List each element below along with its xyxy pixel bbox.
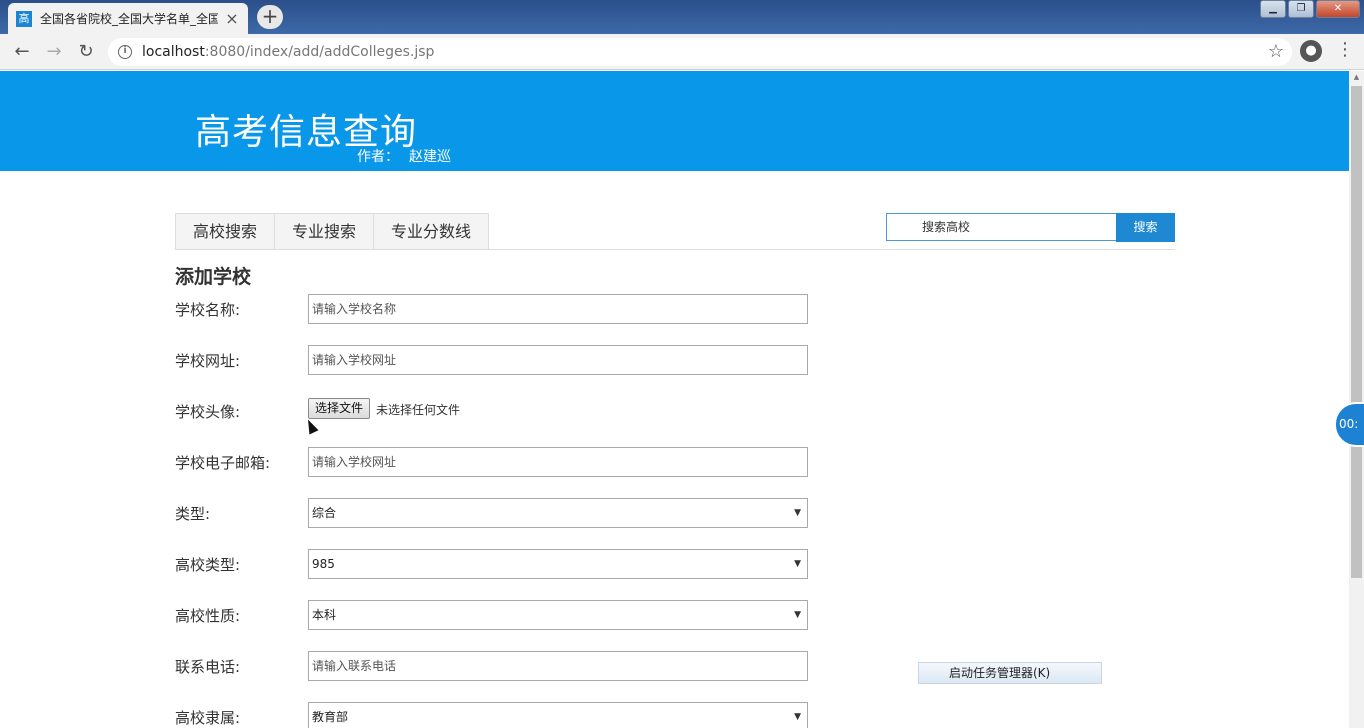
author-label: 作者：: [357, 149, 399, 165]
scroll-up-arrow-icon[interactable]: ▲: [1349, 73, 1364, 81]
dropdown-arrow-icon: ▼: [794, 559, 801, 569]
form-row-name: 学校名称: 请输入学校名称: [175, 294, 815, 324]
affiliation-select-value: 教育部: [312, 710, 349, 724]
phone-input[interactable]: 请输入联系电话: [308, 651, 808, 681]
recording-timer-widget[interactable]: 00:: [1334, 402, 1364, 447]
dropdown-arrow-icon: ▼: [794, 508, 801, 518]
tabs-divider: [175, 249, 1175, 250]
nav-tabs: 高校搜索 专业搜索 专业分数线: [175, 213, 490, 249]
school-name-input[interactable]: 请输入学校名称: [308, 294, 808, 324]
page-viewport: 高考信息查询 作者： 赵建巡 高校搜索 专业搜索 专业分数线 搜索高校 搜索 添加…: [0, 71, 1364, 728]
minimize-button[interactable]: ▁: [1260, 0, 1286, 18]
browser-menu-icon[interactable]: ⋮: [1336, 39, 1354, 60]
school-url-label: 学校网址:: [175, 352, 241, 370]
tab-close-icon[interactable]: ×: [224, 9, 240, 28]
site-banner: 高考信息查询 作者： 赵建巡: [0, 71, 1349, 171]
affiliation-select[interactable]: 教育部 ▼: [308, 702, 808, 728]
form-row-college-type: 高校类型: 985 ▼: [175, 549, 815, 579]
close-window-button[interactable]: ✕: [1316, 0, 1360, 18]
college-type-select[interactable]: 985 ▼: [308, 549, 808, 579]
forward-arrow-icon[interactable]: →: [42, 40, 66, 64]
start-task-manager-menu-item[interactable]: 启动任务管理器(K): [918, 662, 1102, 684]
school-avatar-label: 学校头像:: [175, 403, 241, 421]
browser-toolbar: ← → ↻ i localhost :8080/index/add/addCol…: [0, 34, 1364, 70]
dropdown-arrow-icon: ▼: [794, 610, 801, 620]
form-row-avatar: 学校头像: 选择文件 未选择任何文件: [175, 396, 815, 426]
form-row-nature: 高校性质: 本科 ▼: [175, 600, 815, 630]
tab-title: 全国各省院校_全国大学名单_全国: [40, 12, 218, 26]
search-button[interactable]: 搜索: [1116, 213, 1175, 242]
choose-file-button[interactable]: 选择文件: [308, 398, 371, 419]
college-type-select-value: 985: [312, 557, 335, 571]
college-nature-select[interactable]: 本科 ▼: [308, 600, 808, 630]
dropdown-arrow-icon: ▼: [794, 712, 801, 722]
type-select-value: 综合: [312, 506, 337, 520]
browser-tab[interactable]: 高 全国各省院校_全国大学名单_全国 ×: [8, 3, 248, 34]
maximize-button[interactable]: ❐: [1288, 0, 1314, 18]
form-row-email: 学校电子邮箱: 请输入学校网址: [175, 447, 815, 477]
college-nature-select-value: 本科: [312, 608, 337, 622]
author-name: 赵建巡: [409, 149, 451, 165]
tab-college-search[interactable]: 高校搜索: [175, 213, 276, 249]
type-select[interactable]: 综合 ▼: [308, 498, 808, 528]
site-favicon-icon: 高: [16, 10, 32, 27]
school-email-label: 学校电子邮箱:: [175, 454, 271, 472]
affiliation-label: 高校隶属:: [175, 709, 241, 727]
scroll-thumb[interactable]: [1351, 86, 1362, 578]
form-row-affiliation: 高校隶属: 教育部 ▼: [175, 702, 815, 728]
window-controls: ▁ ❐ ✕: [1258, 0, 1360, 18]
form-heading: 添加学校: [175, 266, 252, 288]
form-row-url: 学校网址: 请输入学校网址: [175, 345, 815, 375]
page-scrollbar[interactable]: ▲: [1349, 71, 1364, 728]
school-email-input[interactable]: 请输入学校网址: [308, 447, 808, 477]
type-label: 类型:: [175, 505, 211, 523]
url-host: localhost: [142, 44, 205, 60]
new-tab-button[interactable]: +: [257, 5, 283, 29]
college-nature-label: 高校性质:: [175, 607, 241, 625]
back-arrow-icon[interactable]: ←: [10, 40, 34, 64]
bookmark-star-icon[interactable]: ☆: [1268, 41, 1284, 62]
college-type-label: 高校类型:: [175, 556, 241, 574]
account-icon[interactable]: ●: [1300, 40, 1322, 62]
tab-major-score-line[interactable]: 专业分数线: [373, 213, 490, 249]
school-url-input[interactable]: 请输入学校网址: [308, 345, 808, 375]
phone-label: 联系电话:: [175, 658, 241, 676]
browser-tab-strip: 高 全国各省院校_全国大学名单_全国 × + ▁ ❐ ✕: [0, 0, 1364, 34]
school-name-label: 学校名称:: [175, 301, 241, 319]
file-status: 未选择任何文件: [376, 403, 461, 417]
search-input[interactable]: 搜索高校: [886, 213, 1117, 241]
author-line: 作者： 赵建巡: [357, 146, 451, 166]
form-row-phone: 联系电话: 请输入联系电话: [175, 651, 815, 681]
site-info-icon[interactable]: i: [118, 45, 132, 59]
url-path: :8080/index/add/addColleges.jsp: [204, 44, 435, 60]
tab-major-search[interactable]: 专业搜索: [274, 213, 375, 249]
form-row-type: 类型: 综合 ▼: [175, 498, 815, 528]
address-bar[interactable]: i localhost :8080/index/add/addColleges.…: [108, 38, 1292, 66]
reload-icon[interactable]: ↻: [74, 40, 98, 64]
